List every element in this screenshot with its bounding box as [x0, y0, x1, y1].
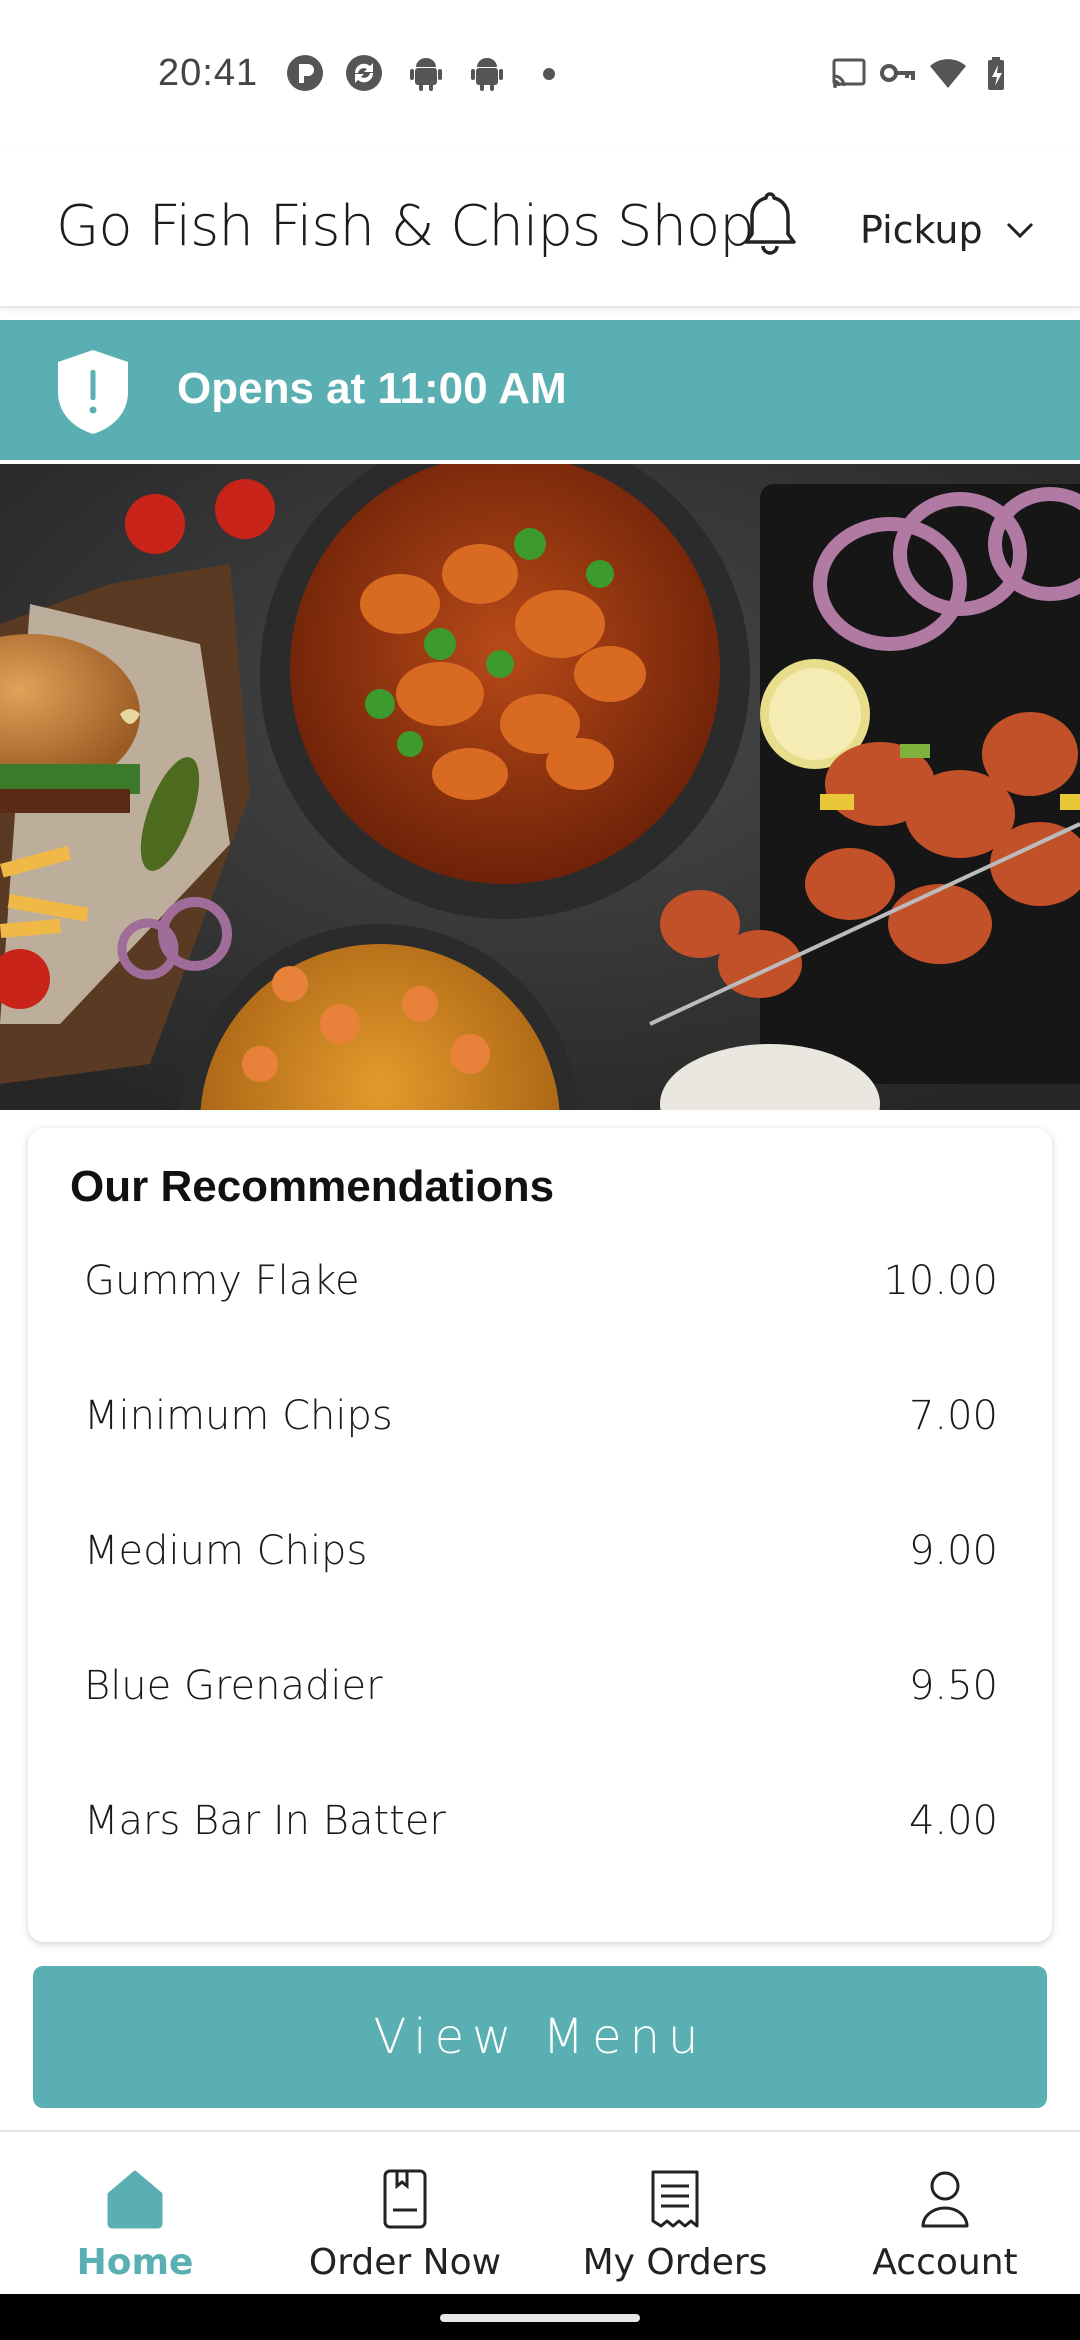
- gesture-bar: [0, 2294, 1080, 2340]
- item-name: Medium Chips: [84, 1528, 368, 1574]
- list-item[interactable]: Medium Chips 9.00: [28, 1528, 1052, 1663]
- android-icon: [410, 58, 442, 91]
- nav-label-home: Home: [76, 2242, 194, 2283]
- item-name: Minimum Chips: [84, 1393, 393, 1439]
- vpn-key-icon: [880, 64, 915, 82]
- food-photo-illustration: [0, 464, 1080, 1110]
- chevron-down-icon: [1006, 222, 1033, 239]
- cast-icon: [832, 58, 866, 88]
- item-name: Gummy Flake: [84, 1258, 360, 1304]
- order-type-label: Pickup: [860, 208, 983, 252]
- nav-item-home[interactable]: Home: [0, 2132, 270, 2296]
- notification-dot: [543, 68, 555, 80]
- item-price: 9.50: [908, 1663, 998, 1709]
- receipt-icon: [651, 2170, 699, 2228]
- opening-hours-text: Opens at 11:00 AM: [177, 364, 567, 413]
- nav-item-my-orders[interactable]: My Orders: [540, 2132, 810, 2296]
- bottom-nav: Home Order Now My Orders Account: [0, 2130, 1080, 2294]
- item-price: 10.00: [883, 1258, 998, 1304]
- recommendations-title: Our Recommendations: [70, 1162, 555, 1211]
- bell-icon[interactable]: [738, 186, 802, 266]
- home-icon: [107, 2170, 163, 2229]
- gesture-handle[interactable]: [440, 2314, 640, 2322]
- wifi-icon: [930, 59, 966, 88]
- store-title: Go Fish Fish & Chips Shop: [56, 194, 755, 259]
- hero-food-image: [0, 464, 1080, 1110]
- view-menu-button[interactable]: View Menu: [33, 1966, 1047, 2108]
- view-menu-label: View Menu: [373, 2009, 707, 2065]
- item-price: 7.00: [908, 1393, 998, 1439]
- shield-alert-icon: [58, 350, 128, 434]
- p-app-icon: [287, 55, 323, 91]
- recommendations-list: Gummy Flake 10.00 Minimum Chips 7.00 Med…: [28, 1258, 1052, 1933]
- sync-app-icon: [346, 55, 382, 91]
- order-book-icon: [383, 2169, 427, 2229]
- nav-item-order-now[interactable]: Order Now: [270, 2132, 540, 2296]
- app-header: Go Fish Fish & Chips Shop Pickup: [0, 150, 1080, 308]
- opening-hours-banner: Opens at 11:00 AM: [0, 320, 1080, 460]
- status-bar: 20:41: [0, 0, 1080, 150]
- item-name: Blue Grenadier: [84, 1663, 383, 1709]
- order-type-dropdown[interactable]: Pickup: [860, 200, 1035, 260]
- list-item[interactable]: Blue Grenadier 9.50: [28, 1663, 1052, 1798]
- status-time: 20:41: [158, 52, 259, 94]
- item-price: 4.00: [908, 1798, 998, 1844]
- battery-charging-icon: [988, 57, 1004, 90]
- android-icon: [471, 58, 503, 91]
- nav-label-my-orders: My Orders: [582, 2242, 768, 2283]
- nav-label-account: Account: [872, 2242, 1018, 2283]
- nav-item-account[interactable]: Account: [810, 2132, 1080, 2296]
- list-item[interactable]: Mars Bar In Batter 4.00: [28, 1798, 1052, 1933]
- user-icon: [921, 2171, 969, 2228]
- recommendations-card: Our Recommendations Gummy Flake 10.00 Mi…: [28, 1128, 1052, 1942]
- item-price: 9.00: [908, 1528, 998, 1574]
- list-item[interactable]: Gummy Flake 10.00: [28, 1258, 1052, 1393]
- item-name: Mars Bar In Batter: [84, 1798, 446, 1844]
- nav-label-order-now: Order Now: [308, 2242, 502, 2283]
- list-item[interactable]: Minimum Chips 7.00: [28, 1393, 1052, 1528]
